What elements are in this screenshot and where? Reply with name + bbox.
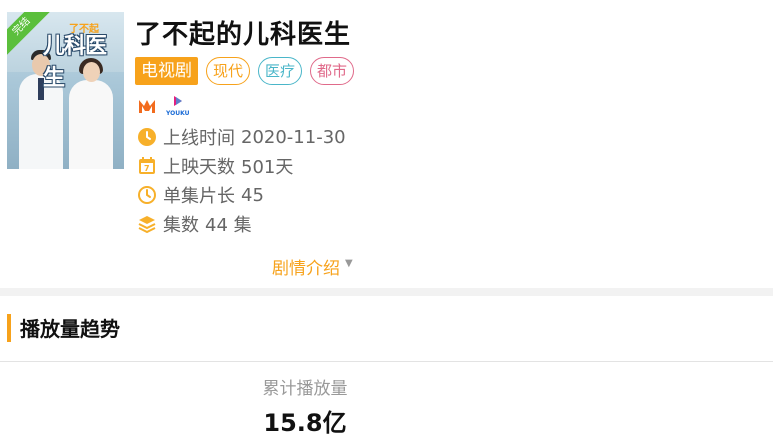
platform-list: YOUKU bbox=[137, 95, 191, 117]
trend-section-header: 播放量趋势 bbox=[0, 296, 773, 362]
episode-count-row: 集数 44 集 bbox=[137, 211, 252, 237]
launch-date-label: 上线时间 bbox=[163, 128, 235, 149]
running-days-label: 上映天数 bbox=[163, 157, 235, 178]
episode-length-row: 单集片长 45 bbox=[137, 182, 264, 208]
show-poster[interactable]: 儿科医生 了不起 完结 bbox=[7, 12, 124, 169]
mgtv-icon[interactable] bbox=[137, 95, 157, 117]
synopsis-toggle[interactable]: 剧情介绍 ▼ bbox=[272, 254, 353, 279]
launch-date-row: 上线时间 2020-11-30 bbox=[137, 124, 346, 150]
show-header: 儿科医生 了不起 完结 了不起的儿科医生 电视剧 现代 医疗 都市 YOUKU … bbox=[0, 0, 773, 288]
youku-icon[interactable]: YOUKU bbox=[165, 95, 191, 117]
genre-tag-modern[interactable]: 现代 bbox=[206, 57, 251, 85]
total-plays-value: 15.8亿 bbox=[263, 409, 347, 437]
running-days-row: 7 上映天数 501天 bbox=[137, 153, 293, 179]
timer-icon bbox=[137, 185, 157, 205]
synopsis-label: 剧情介绍 bbox=[272, 259, 340, 279]
show-title: 了不起的儿科医生 bbox=[135, 20, 352, 50]
section-accent-bar bbox=[7, 314, 11, 342]
section-divider bbox=[0, 288, 773, 296]
tag-list: 电视剧 现代 医疗 都市 bbox=[135, 57, 355, 85]
caret-down-icon: ▼ bbox=[345, 258, 353, 269]
calendar-icon: 7 bbox=[137, 156, 157, 176]
launch-date-value: 2020-11-30 bbox=[241, 126, 346, 148]
episode-count-value: 44 集 bbox=[205, 215, 252, 236]
running-days-value: 501天 bbox=[241, 157, 294, 178]
svg-text:7: 7 bbox=[144, 164, 150, 173]
episode-length-value: 45 bbox=[241, 184, 264, 206]
svg-text:YOUKU: YOUKU bbox=[165, 110, 190, 117]
poster-subtitle: 了不起 bbox=[69, 24, 99, 35]
clock-icon bbox=[137, 127, 157, 147]
poster-figure-female bbox=[69, 58, 113, 169]
category-tag[interactable]: 电视剧 bbox=[135, 57, 198, 85]
genre-tag-medical[interactable]: 医疗 bbox=[258, 57, 303, 85]
layers-icon bbox=[137, 214, 157, 234]
episode-length-label: 单集片长 bbox=[163, 186, 235, 207]
genre-tag-urban[interactable]: 都市 bbox=[310, 57, 355, 85]
trend-title: 播放量趋势 bbox=[20, 317, 120, 341]
total-plays-label: 累计播放量 bbox=[262, 379, 348, 399]
poster-title: 儿科医生 bbox=[43, 34, 107, 91]
episode-count-label: 集数 bbox=[163, 215, 199, 236]
